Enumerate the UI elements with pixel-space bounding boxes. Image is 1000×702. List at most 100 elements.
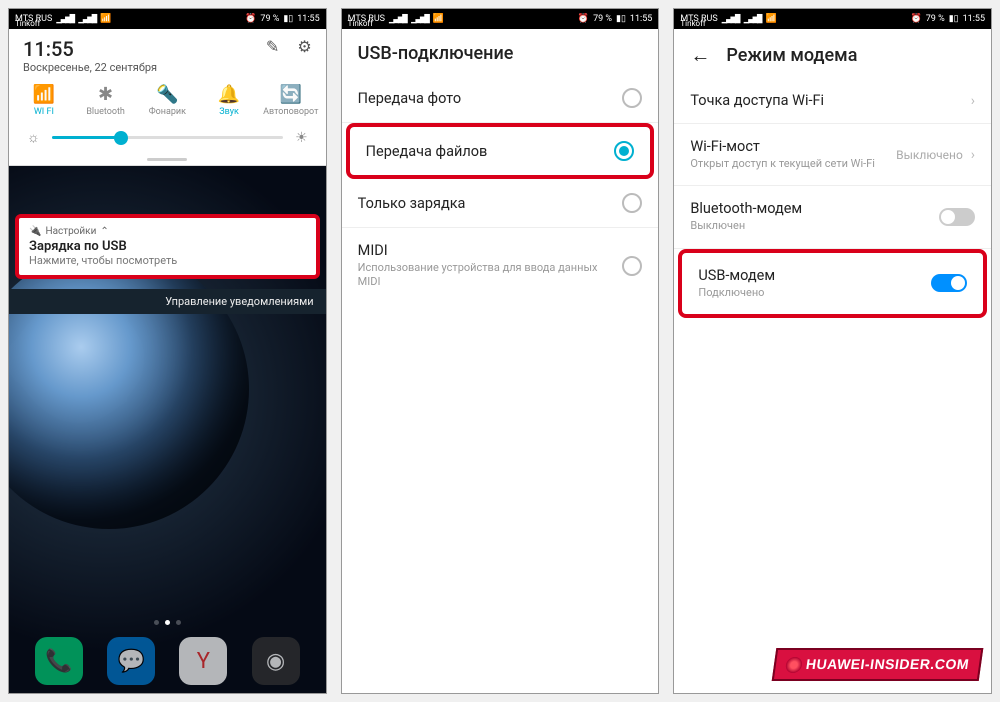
radio-icon[interactable] bbox=[622, 256, 642, 276]
yandex-app[interactable]: Y bbox=[179, 637, 227, 685]
tether-option-3[interactable]: USB-модем Подключено bbox=[682, 253, 983, 314]
chevron-right-icon: › bbox=[971, 147, 975, 163]
panel-date: Воскресенье, 22 сентября bbox=[23, 61, 157, 74]
tile-icon: 📶 bbox=[33, 84, 55, 105]
settings-header: ← Режим модема bbox=[674, 29, 991, 78]
alarm-icon: ⏰ bbox=[578, 14, 589, 24]
tether-option-2[interactable]: Bluetooth-модем Выключен bbox=[674, 186, 991, 248]
carrier-2: Tinkoff bbox=[15, 19, 40, 28]
alarm-icon: ⏰ bbox=[911, 14, 922, 24]
wifi-icon: 📶 bbox=[433, 14, 444, 24]
tile-label: Bluetooth bbox=[86, 107, 125, 117]
status-time: 11:55 bbox=[297, 14, 319, 24]
qs-tile-0[interactable]: 📶 WI FI bbox=[15, 84, 73, 117]
battery-pct: 79 % bbox=[260, 14, 279, 24]
settings-header: USB-подключение bbox=[342, 29, 659, 74]
usb-notification[interactable]: 🔌 Настройки ⌃ Зарядка по USB Нажмите, чт… bbox=[15, 214, 320, 279]
brightness-low-icon: ☼ bbox=[27, 129, 40, 146]
battery-icon: ▮▯ bbox=[283, 14, 293, 24]
wifi-icon: 📶 bbox=[100, 14, 111, 24]
camera-app[interactable]: ◉ bbox=[252, 637, 300, 685]
signal-bars-icon: ▁▃▅▇ ▁▃▅▇ bbox=[722, 14, 762, 24]
radio-icon[interactable] bbox=[622, 193, 642, 213]
dock: 📞 💬 Y ◉ bbox=[9, 637, 326, 685]
page-title: USB-подключение bbox=[358, 43, 514, 64]
battery-icon: ▮▯ bbox=[616, 14, 626, 24]
panel-clock: 11:55 bbox=[23, 37, 157, 61]
qs-tile-1[interactable]: ✱ Bluetooth bbox=[77, 84, 135, 117]
tether-option-1[interactable]: Wi-Fi-мост Открыт доступ к текущей сети W… bbox=[674, 124, 991, 186]
qs-tile-4[interactable]: 🔄 Автоповорот bbox=[262, 84, 320, 117]
edit-icon[interactable]: ✎ bbox=[266, 37, 279, 56]
wifi-icon: 📶 bbox=[765, 14, 776, 24]
huawei-logo-icon bbox=[785, 657, 803, 673]
tile-icon: 🔄 bbox=[280, 84, 302, 105]
panel-drag-handle[interactable] bbox=[147, 158, 187, 161]
brightness-row: ☼ ☀ bbox=[9, 123, 326, 158]
tile-label: Звук bbox=[219, 107, 239, 117]
messages-app[interactable]: 💬 bbox=[107, 637, 155, 685]
option-sub: Выключен bbox=[690, 219, 939, 233]
status-bar: MTS RUS ▁▃▅▇ ▁▃▅▇ 📶 Tinkoff ⏰ 79 % ▮▯ 11… bbox=[9, 9, 326, 29]
usb-icon: 🔌 bbox=[29, 226, 41, 237]
qs-tiles-row: 📶 WI FI ✱ Bluetooth 🔦 Фонарик 🔔 Звук 🔄 Автоповоро… bbox=[9, 78, 326, 123]
option-title: Wi-Fi-мост bbox=[690, 138, 896, 155]
option-value: Выключено bbox=[896, 148, 963, 162]
alarm-icon: ⏰ bbox=[245, 14, 256, 24]
tile-icon: 🔦 bbox=[156, 84, 178, 105]
qs-tile-2[interactable]: 🔦 Фонарик bbox=[138, 84, 196, 117]
tile-label: Фонарик bbox=[149, 107, 186, 117]
phone-app[interactable]: 📞 bbox=[35, 637, 83, 685]
radio-icon[interactable] bbox=[614, 141, 634, 161]
watermark-text: HUAWEI-INSIDER.COM bbox=[805, 656, 970, 672]
option-sub: Использование устройства для ввода данны… bbox=[358, 261, 623, 290]
notif-app-name: Настройки bbox=[45, 226, 96, 237]
tile-label: WI FI bbox=[34, 107, 54, 117]
qs-tile-3[interactable]: 🔔 Звук bbox=[200, 84, 258, 117]
usb-option-2[interactable]: Только зарядка bbox=[342, 179, 659, 228]
chevron-up-icon: ⌃ bbox=[100, 226, 108, 237]
option-title: MIDI bbox=[358, 242, 623, 259]
page-indicator bbox=[9, 620, 326, 625]
option-title: Только зарядка bbox=[358, 195, 623, 212]
option-title: Точка доступа Wi-Fi bbox=[690, 92, 962, 109]
status-bar: MTS RUS ▁▃▅▇ ▁▃▅▇ 📶 Tinkoff ⏰ 79 % ▮▯ 11… bbox=[674, 9, 991, 29]
page-title: Режим модема bbox=[726, 45, 857, 66]
notif-title: Зарядка по USB bbox=[29, 239, 306, 254]
watermark: HUAWEI-INSIDER.COM bbox=[772, 648, 984, 681]
quick-settings-panel: 11:55 Воскресенье, 22 сентября ✎ ⚙ 📶 WI F… bbox=[9, 29, 326, 166]
carrier-2: Tinkoff bbox=[348, 19, 373, 28]
tile-icon: ✱ bbox=[98, 84, 113, 105]
battery-pct: 79 % bbox=[593, 14, 612, 24]
status-time: 11:55 bbox=[630, 14, 652, 24]
status-bar: MTS RUS ▁▃▅▇ ▁▃▅▇ 📶 Tinkoff ⏰ 79 % ▮▯ 11… bbox=[342, 9, 659, 29]
gear-icon[interactable]: ⚙ bbox=[297, 37, 311, 56]
battery-pct: 79 % bbox=[926, 14, 945, 24]
tile-label: Автоповорот bbox=[263, 107, 318, 117]
back-arrow-icon[interactable]: ← bbox=[690, 43, 710, 68]
option-title: Передача фото bbox=[358, 90, 623, 107]
usb-option-3[interactable]: MIDI Использование устройства для ввода д… bbox=[342, 228, 659, 304]
signal-bars-icon: ▁▃▅▇ ▁▃▅▇ bbox=[56, 14, 96, 24]
phone-screenshot-3: MTS RUS ▁▃▅▇ ▁▃▅▇ 📶 Tinkoff ⏰ 79 % ▮▯ 11… bbox=[673, 8, 992, 694]
brightness-slider[interactable] bbox=[52, 136, 283, 139]
phone-screenshot-1: MTS RUS ▁▃▅▇ ▁▃▅▇ 📶 Tinkoff ⏰ 79 % ▮▯ 11… bbox=[8, 8, 327, 694]
phone-screenshot-2: MTS RUS ▁▃▅▇ ▁▃▅▇ 📶 Tinkoff ⏰ 79 % ▮▯ 11… bbox=[341, 8, 660, 694]
option-sub: Подключено bbox=[698, 286, 931, 300]
toggle-switch[interactable] bbox=[931, 274, 967, 292]
status-time: 11:55 bbox=[963, 14, 985, 24]
option-title: Передача файлов bbox=[366, 143, 615, 160]
toggle-switch[interactable] bbox=[939, 208, 975, 226]
radio-icon[interactable] bbox=[622, 88, 642, 108]
battery-icon: ▮▯ bbox=[949, 14, 959, 24]
signal-bars-icon: ▁▃▅▇ ▁▃▅▇ bbox=[389, 14, 429, 24]
option-title: Bluetooth-модем bbox=[690, 200, 939, 217]
tether-option-0[interactable]: Точка доступа Wi-Fi› bbox=[674, 78, 991, 124]
usb-option-0[interactable]: Передача фото bbox=[342, 74, 659, 123]
option-sub: Открыт доступ к текущей сети Wi-Fi bbox=[690, 157, 896, 171]
tile-icon: 🔔 bbox=[218, 84, 240, 105]
usb-option-1[interactable]: Передача файлов bbox=[350, 127, 651, 175]
option-title: USB-модем bbox=[698, 267, 931, 284]
notif-subtitle: Нажмите, чтобы посмотреть bbox=[29, 254, 306, 267]
manage-notifications-link[interactable]: Управление уведомлениями bbox=[9, 289, 326, 314]
